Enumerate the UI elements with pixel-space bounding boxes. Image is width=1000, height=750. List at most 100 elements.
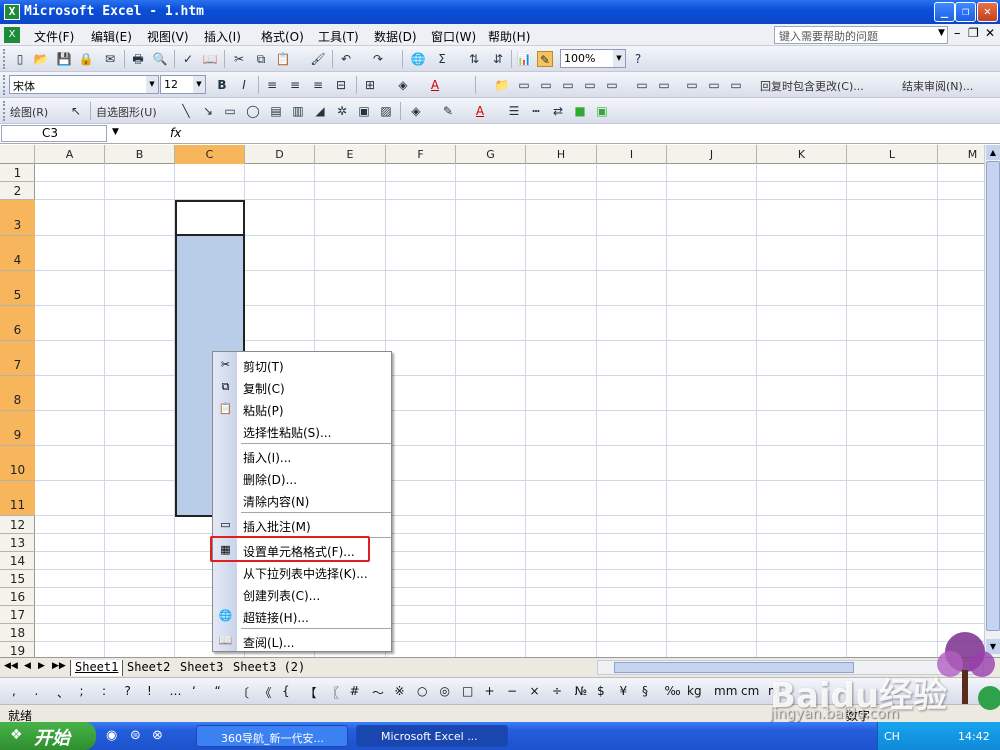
font-name-select[interactable]: 宋体 ▼: [9, 75, 159, 94]
row-header[interactable]: 10: [0, 446, 35, 481]
context-menu-item[interactable]: 清除内容(N): [213, 489, 391, 511]
review-icon[interactable]: ▭: [706, 77, 722, 93]
symbol-button[interactable]: ‘: [192, 684, 196, 698]
toolbar-grip[interactable]: [3, 75, 6, 95]
chevron-down-icon[interactable]: ▼: [146, 76, 158, 93]
end-review[interactable]: 结束审阅(N)...: [902, 78, 973, 94]
symbol-button[interactable]: №: [575, 684, 587, 698]
symbol-button[interactable]: ～: [372, 684, 384, 701]
drawing-icon[interactable]: ✎: [537, 51, 553, 67]
symbol-button[interactable]: ○: [417, 684, 427, 698]
paste-icon[interactable]: 📋: [275, 51, 291, 67]
toolbar-grip[interactable]: [3, 101, 6, 121]
symbol-button[interactable]: 〖: [327, 684, 339, 701]
next-sheet-icon[interactable]: ▶: [38, 661, 45, 671]
row-header[interactable]: 19: [0, 642, 35, 657]
row-header[interactable]: 4: [0, 236, 35, 271]
line-color-icon[interactable]: ✎: [440, 103, 456, 119]
align-right-icon[interactable]: ≡: [310, 77, 326, 93]
review-icon[interactable]: ▭: [516, 77, 532, 93]
align-left-icon[interactable]: ≡: [264, 77, 280, 93]
row-header[interactable]: 2: [0, 182, 35, 200]
select-all-corner[interactable]: [0, 145, 35, 164]
context-menu-item[interactable]: ⧉ 复制(C): [213, 376, 391, 398]
symbol-button[interactable]: ×: [530, 684, 540, 698]
row-header[interactable]: 6: [0, 306, 35, 341]
dash-style-icon[interactable]: ┅: [528, 103, 544, 119]
diagram-icon[interactable]: ✲: [334, 103, 350, 119]
symbol-button[interactable]: −: [507, 684, 517, 698]
cut-icon[interactable]: ✂: [231, 51, 247, 67]
context-menu-item[interactable]: 从下拉列表中选择(K)...: [213, 561, 391, 583]
row-header[interactable]: 3: [0, 200, 35, 236]
review-icon[interactable]: ▭: [560, 77, 576, 93]
doc-close-button[interactable]: ✕: [985, 26, 995, 40]
symbol-button[interactable]: ※: [395, 684, 405, 698]
symbol-button[interactable]: cm: [741, 684, 759, 698]
picture-icon[interactable]: ▨: [378, 103, 394, 119]
formula-input[interactable]: [186, 125, 998, 142]
symbol-button[interactable]: !: [147, 684, 152, 698]
symbol-button[interactable]: ,: [12, 684, 16, 698]
redo-icon[interactable]: ↷: [370, 51, 386, 67]
symbol-button[interactable]: 〔: [237, 684, 249, 701]
hyperlink-icon[interactable]: 🌐: [410, 51, 426, 67]
folder-icon[interactable]: 📁: [494, 77, 510, 93]
row-header[interactable]: 12: [0, 516, 35, 534]
undo-icon[interactable]: ↶: [338, 51, 354, 67]
3d-style-icon[interactable]: ▣: [594, 103, 610, 119]
fill-color-icon[interactable]: ◈: [395, 77, 411, 93]
column-header[interactable]: B: [105, 145, 175, 164]
taskbar-item-excel[interactable]: Microsoft Excel ...: [356, 725, 508, 747]
row-header[interactable]: 1: [0, 164, 35, 182]
clipart-icon[interactable]: ▣: [356, 103, 372, 119]
new-icon[interactable]: ▯: [12, 51, 28, 67]
maximize-button[interactable]: ❐: [955, 2, 976, 22]
bold-icon[interactable]: B: [214, 77, 230, 93]
chevron-down-icon[interactable]: ▼: [613, 50, 625, 67]
symbol-button[interactable]: ?: [125, 684, 131, 698]
sheet-tab[interactable]: Sheet2: [123, 660, 174, 676]
format-painter-icon[interactable]: 🖌: [310, 51, 326, 67]
line-style-icon[interactable]: ☰: [506, 103, 522, 119]
context-menu-item[interactable]: 📖 查阅(L)...: [213, 630, 391, 652]
scroll-thumb[interactable]: [986, 161, 1000, 631]
symbol-button[interactable]: #: [350, 684, 360, 698]
name-box-dropdown-icon[interactable]: ▼: [112, 127, 119, 137]
menu-window[interactable]: 窗口(W): [431, 28, 476, 45]
draw-menu[interactable]: 绘图(R): [10, 104, 48, 120]
review-icon[interactable]: ▭: [634, 77, 650, 93]
last-sheet-icon[interactable]: ▶▶: [52, 661, 66, 671]
menu-edit[interactable]: 编辑(E): [91, 28, 132, 45]
column-header[interactable]: C: [175, 145, 245, 164]
fill-color-icon[interactable]: ◈: [408, 103, 424, 119]
menu-insert[interactable]: 插入(I): [204, 28, 241, 45]
symbol-button[interactable]: .: [35, 684, 39, 698]
symbol-button[interactable]: §: [642, 684, 648, 698]
excel-app-icon[interactable]: X: [4, 4, 20, 20]
insert-function-icon[interactable]: fx: [170, 126, 181, 140]
print-preview-icon[interactable]: 🔍: [152, 51, 168, 67]
row-header[interactable]: 13: [0, 534, 35, 552]
textbox-icon[interactable]: ▤: [268, 103, 284, 119]
spelling-icon[interactable]: ✓: [180, 51, 196, 67]
column-header[interactable]: G: [456, 145, 526, 164]
context-menu-item[interactable]: 🌐 超链接(H)...: [213, 605, 391, 627]
chart-wizard-icon[interactable]: 📊: [516, 51, 532, 67]
menu-format[interactable]: 格式(O): [261, 28, 304, 45]
shadow-style-icon[interactable]: ■: [572, 103, 588, 119]
save-icon[interactable]: 💾: [56, 51, 72, 67]
doc-restore-button[interactable]: ❐: [968, 26, 979, 40]
prev-sheet-icon[interactable]: ◀: [24, 661, 31, 671]
symbol-button[interactable]: “: [215, 684, 221, 698]
review-icon[interactable]: ▭: [582, 77, 598, 93]
context-menu-item[interactable]: 删除(D)...: [213, 467, 391, 489]
textbox-vertical-icon[interactable]: ▥: [290, 103, 306, 119]
context-menu-item[interactable]: 创建列表(C)...: [213, 583, 391, 605]
context-menu-item[interactable]: 插入(I)...: [213, 445, 391, 467]
chevron-down-icon[interactable]: ▼: [193, 76, 205, 93]
help-icon[interactable]: ?: [630, 51, 646, 67]
line-icon[interactable]: ╲: [178, 103, 194, 119]
column-header[interactable]: J: [667, 145, 757, 164]
input-language[interactable]: CH: [884, 730, 900, 743]
